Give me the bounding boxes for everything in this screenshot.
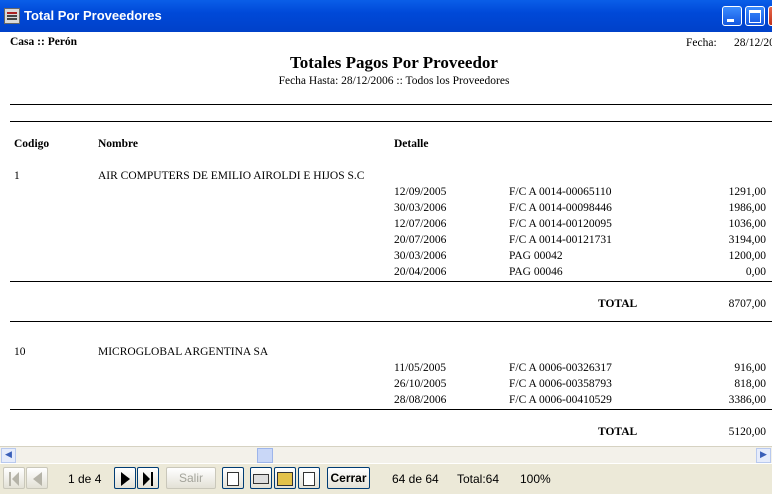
salir-button[interactable]: Salir (166, 467, 216, 489)
divider (10, 409, 772, 410)
fecha-value: 28/12/2006 (734, 37, 772, 49)
row-comprobante: PAG 00046 (509, 266, 563, 278)
copy-icon[interactable] (298, 467, 320, 489)
window-app-icon[interactable] (4, 8, 20, 24)
row-importe: 1036,00 (728, 218, 766, 230)
row-comprobante: F/C A 0006-00410529 (509, 394, 612, 406)
report-preview: Casa :: Perón Fecha: 28/12/2006 Totales … (0, 32, 772, 446)
scrollbar-thumb[interactable] (257, 448, 273, 463)
divider (10, 321, 772, 322)
export-icon[interactable] (274, 467, 296, 489)
prev-page-icon[interactable] (26, 467, 48, 489)
row-importe: 0,00 (745, 266, 766, 278)
row-importe: 3386,00 (728, 394, 766, 406)
row-importe: 818,00 (734, 378, 766, 390)
casa-label: Casa :: Perón (10, 36, 78, 48)
group-total-value: 8707,00 (728, 298, 766, 310)
row-importe: 1986,00 (728, 202, 766, 214)
report-subtitle: Fecha Hasta: 28/12/2006 :: Todos los Pro… (278, 75, 510, 87)
window-titlebar: Total Por Proveedores (0, 0, 772, 32)
row-comprobante: F/C A 0014-00121731 (509, 234, 612, 246)
records-count: 64 de 64 (392, 472, 439, 486)
group-total-label: TOTAL (598, 298, 638, 310)
row-importe: 916,00 (734, 362, 766, 374)
scroll-right-icon[interactable]: ▶ (756, 448, 771, 463)
first-page-icon[interactable] (3, 467, 25, 489)
column-header-nombre: Nombre (98, 138, 139, 150)
supplier-name: AIR COMPUTERS DE EMILIO AIROLDI E HIJOS … (98, 170, 365, 182)
supplier-name: MICROGLOBAL ARGENTINA SA (98, 346, 269, 358)
page-indicator: 1 de 4 (68, 472, 102, 486)
row-comprobante: F/C A 0006-00326317 (509, 362, 612, 374)
row-comprobante: F/C A 0014-00065110 (509, 186, 612, 198)
row-comprobante: PAG 00042 (509, 250, 563, 262)
report-title: Totales Pagos Por Proveedor (290, 53, 498, 72)
column-header-codigo: Codigo (14, 138, 50, 150)
row-fecha: 30/03/2006 (394, 202, 447, 214)
row-importe: 1200,00 (728, 250, 766, 262)
cerrar-button[interactable]: Cerrar (327, 467, 370, 489)
last-page-icon[interactable] (137, 467, 159, 489)
supplier-code: 1 (14, 170, 20, 182)
records-total: Total:64 (457, 472, 500, 486)
supplier-code: 10 (14, 346, 26, 358)
maximize-icon[interactable] (745, 6, 765, 26)
row-importe: 1291,00 (728, 186, 766, 198)
row-fecha: 11/05/2005 (394, 362, 446, 374)
row-comprobante: F/C A 0014-00120095 (509, 218, 612, 230)
row-fecha: 20/04/2006 (394, 266, 447, 278)
horizontal-scrollbar[interactable]: ◀ ▶ (0, 446, 772, 464)
row-importe: 3194,00 (728, 234, 766, 246)
print-icon[interactable] (250, 467, 272, 489)
row-comprobante: F/C A 0006-00358793 (509, 378, 612, 390)
divider (10, 281, 772, 282)
column-header-detalle: Detalle (394, 138, 429, 150)
row-fecha: 12/09/2005 (394, 186, 447, 198)
row-fecha: 20/07/2006 (394, 234, 447, 246)
divider (10, 121, 772, 122)
preview-toolbar: 1 de 4 Salir Cerrar 64 de 64 Total:64 10… (0, 463, 772, 494)
zoom-level: 100% (520, 472, 551, 486)
row-fecha: 30/03/2006 (394, 250, 447, 262)
scroll-left-icon[interactable]: ◀ (1, 448, 16, 463)
divider (10, 104, 772, 105)
row-fecha: 26/10/2005 (394, 378, 447, 390)
minimize-icon[interactable] (722, 6, 742, 26)
group-total-label: TOTAL (598, 426, 638, 438)
close-icon[interactable] (768, 6, 772, 26)
page-setup-icon[interactable] (222, 467, 244, 489)
fecha-label: Fecha: (686, 37, 717, 49)
row-fecha: 12/07/2006 (394, 218, 447, 230)
next-page-icon[interactable] (114, 467, 136, 489)
row-comprobante: F/C A 0014-00098446 (509, 202, 612, 214)
group-total-value: 5120,00 (728, 426, 766, 438)
row-fecha: 28/08/2006 (394, 394, 447, 406)
window-title: Total Por Proveedores (24, 8, 162, 23)
